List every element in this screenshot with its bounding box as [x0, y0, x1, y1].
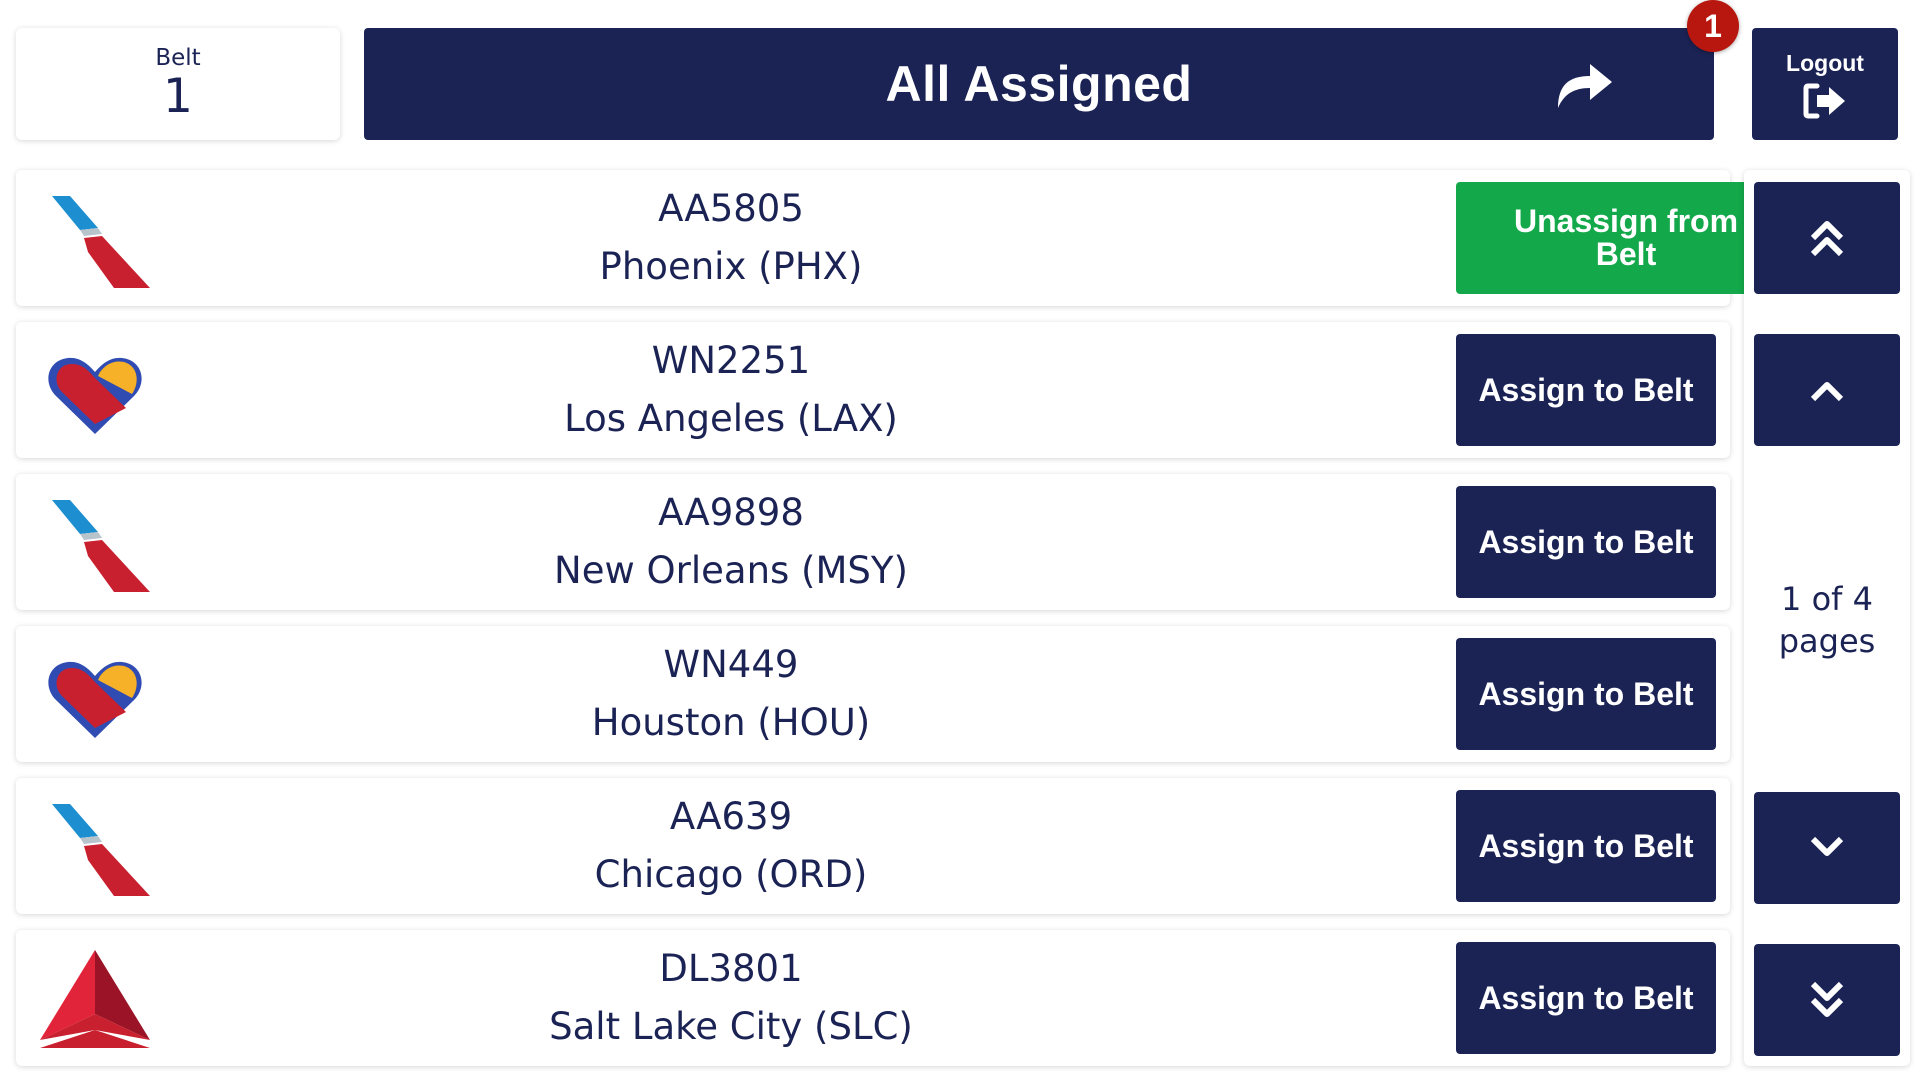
- sign-out-icon: [1803, 83, 1845, 118]
- flight-destination: Houston (HOU): [591, 701, 871, 744]
- flight-number: AA5805: [658, 187, 804, 230]
- page-count: 1 of 4: [1781, 580, 1873, 618]
- flight-info: WN2251 Los Angeles (LAX): [166, 322, 1296, 458]
- all-assigned-button[interactable]: All Assigned: [364, 28, 1714, 140]
- next-page-button[interactable]: [1754, 792, 1900, 904]
- american-airlines-logo: [52, 196, 150, 288]
- assign-to-belt-button[interactable]: Assign to Belt: [1456, 486, 1716, 598]
- assign-to-belt-button[interactable]: Assign to Belt: [1456, 638, 1716, 750]
- flight-row: WN449 Houston (HOU) Assign to Belt: [16, 626, 1730, 762]
- assign-to-belt-button[interactable]: Assign to Belt: [1456, 334, 1716, 446]
- southwest-airlines-logo: [48, 661, 142, 738]
- previous-page-button[interactable]: [1754, 334, 1900, 446]
- flight-number: AA639: [669, 795, 793, 838]
- assign-to-belt-button[interactable]: Assign to Belt: [1456, 790, 1716, 902]
- flight-row: AA9898 New Orleans (MSY) Assign to Belt: [16, 474, 1730, 610]
- delta-airlines-logo: [40, 950, 150, 1048]
- pagination-panel: 1 of 4 pages: [1744, 170, 1910, 1066]
- flight-number: DL3801: [659, 947, 803, 990]
- flight-destination: Chicago (ORD): [594, 853, 868, 896]
- flight-info: AA639 Chicago (ORD): [166, 778, 1296, 914]
- flight-row: AA5805 Phoenix (PHX) Unassign from Belt: [16, 170, 1796, 306]
- flight-info: AA9898 New Orleans (MSY): [166, 474, 1296, 610]
- flight-row: WN2251 Los Angeles (LAX) Assign to Belt: [16, 322, 1730, 458]
- flight-destination: Los Angeles (LAX): [564, 397, 898, 440]
- last-page-button[interactable]: [1754, 944, 1900, 1056]
- notification-badge: 1: [1687, 0, 1739, 52]
- flight-number: AA9898: [658, 491, 804, 534]
- southwest-airlines-logo: [48, 357, 142, 434]
- page-count-unit: pages: [1778, 622, 1876, 660]
- flight-info: WN449 Houston (HOU): [166, 626, 1296, 762]
- next-page-icon: [1810, 836, 1844, 856]
- belt-label: Belt: [155, 45, 201, 71]
- flight-info: DL3801 Salt Lake City (SLC): [166, 930, 1296, 1066]
- flight-number: WN449: [663, 643, 799, 686]
- belt-number: 1: [163, 69, 193, 124]
- belt-indicator: Belt 1: [16, 28, 340, 140]
- american-airlines-logo: [52, 804, 150, 896]
- flight-destination: Salt Lake City (SLC): [549, 1005, 913, 1048]
- flight-row: AA639 Chicago (ORD) Assign to Belt: [16, 778, 1730, 914]
- assign-to-belt-button[interactable]: Assign to Belt: [1456, 942, 1716, 1054]
- previous-page-icon: [1810, 382, 1844, 402]
- flight-number: WN2251: [651, 339, 811, 382]
- last-page-icon: [1810, 981, 1844, 1017]
- first-page-icon: [1810, 221, 1844, 257]
- logout-label: Logout: [1786, 49, 1864, 76]
- american-airlines-logo: [52, 500, 150, 592]
- logout-button[interactable]: Logout: [1752, 28, 1898, 140]
- share-arrow-icon: [1558, 64, 1612, 108]
- flight-row: DL3801 Salt Lake City (SLC) Assign to Be…: [16, 930, 1730, 1066]
- flight-destination: New Orleans (MSY): [554, 549, 908, 592]
- page-indicator: 1 of 4 pages: [1744, 578, 1910, 662]
- flight-info: AA5805 Phoenix (PHX): [166, 170, 1296, 306]
- flight-destination: Phoenix (PHX): [599, 245, 863, 288]
- first-page-button[interactable]: [1754, 182, 1900, 294]
- header-title: All Assigned: [885, 56, 1193, 112]
